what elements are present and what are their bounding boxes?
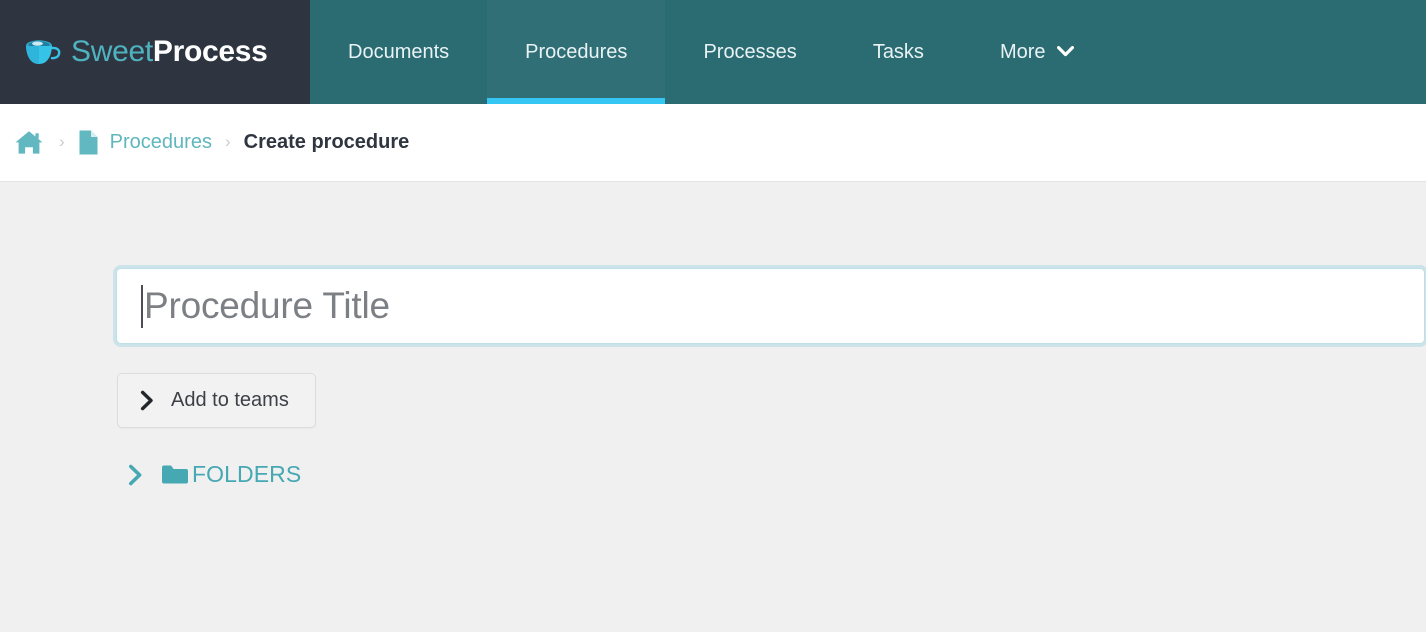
folder-icon [161, 464, 189, 485]
brand-logo[interactable]: SweetProcess [0, 0, 310, 104]
top-navigation-bar: SweetProcess Documents Procedures Proces… [0, 0, 1426, 104]
coffee-cup-icon [22, 35, 62, 69]
procedure-title-input[interactable] [116, 268, 1425, 344]
breadcrumb-separator: › [224, 131, 231, 151]
add-to-teams-label: Add to teams [171, 389, 289, 411]
nav-item-label: Procedures [525, 40, 628, 63]
brand-mark: SweetProcess [22, 35, 268, 69]
chevron-right-icon [140, 390, 155, 411]
home-icon [14, 129, 44, 156]
brand-name-bold: Process [152, 35, 268, 68]
procedure-form: Add to teams FOLDERS [0, 182, 1426, 488]
brand-name-light: Sweet [71, 35, 153, 68]
nav-item-more[interactable]: More [962, 0, 1112, 104]
breadcrumb-current-label: Create procedure [243, 131, 410, 153]
brand-wordmark: SweetProcess [71, 37, 268, 67]
nav-item-tasks[interactable]: Tasks [835, 0, 962, 104]
nav-item-label: Tasks [872, 40, 924, 63]
nav-item-label: More [999, 40, 1046, 63]
nav-item-processes[interactable]: Processes [665, 0, 834, 104]
breadcrumb-link-label: Procedures [109, 131, 212, 153]
breadcrumb: › Procedures › Create procedure [0, 104, 1426, 182]
folders-label: FOLDERS [192, 461, 302, 487]
breadcrumb-procedures-link[interactable]: Procedures [78, 129, 212, 156]
main-content: Add to teams FOLDERS [0, 182, 1426, 631]
chevron-down-icon [1056, 45, 1074, 57]
primary-nav: Documents Procedures Processes Tasks Mor… [310, 0, 1426, 104]
breadcrumb-home-link[interactable] [14, 129, 44, 156]
document-icon [78, 129, 99, 156]
chevron-right-icon [128, 464, 144, 486]
folders-section-toggle[interactable]: FOLDERS [128, 461, 301, 488]
nav-item-label: Documents [348, 40, 450, 63]
nav-item-procedures[interactable]: Procedures [487, 0, 666, 104]
nav-item-documents[interactable]: Documents [310, 0, 487, 104]
nav-item-label: Processes [703, 40, 797, 63]
procedure-title-field [116, 268, 1425, 344]
breadcrumb-separator: › [59, 131, 65, 151]
breadcrumb-current: Create procedure [244, 131, 410, 154]
add-to-teams-button[interactable]: Add to teams [117, 373, 316, 428]
